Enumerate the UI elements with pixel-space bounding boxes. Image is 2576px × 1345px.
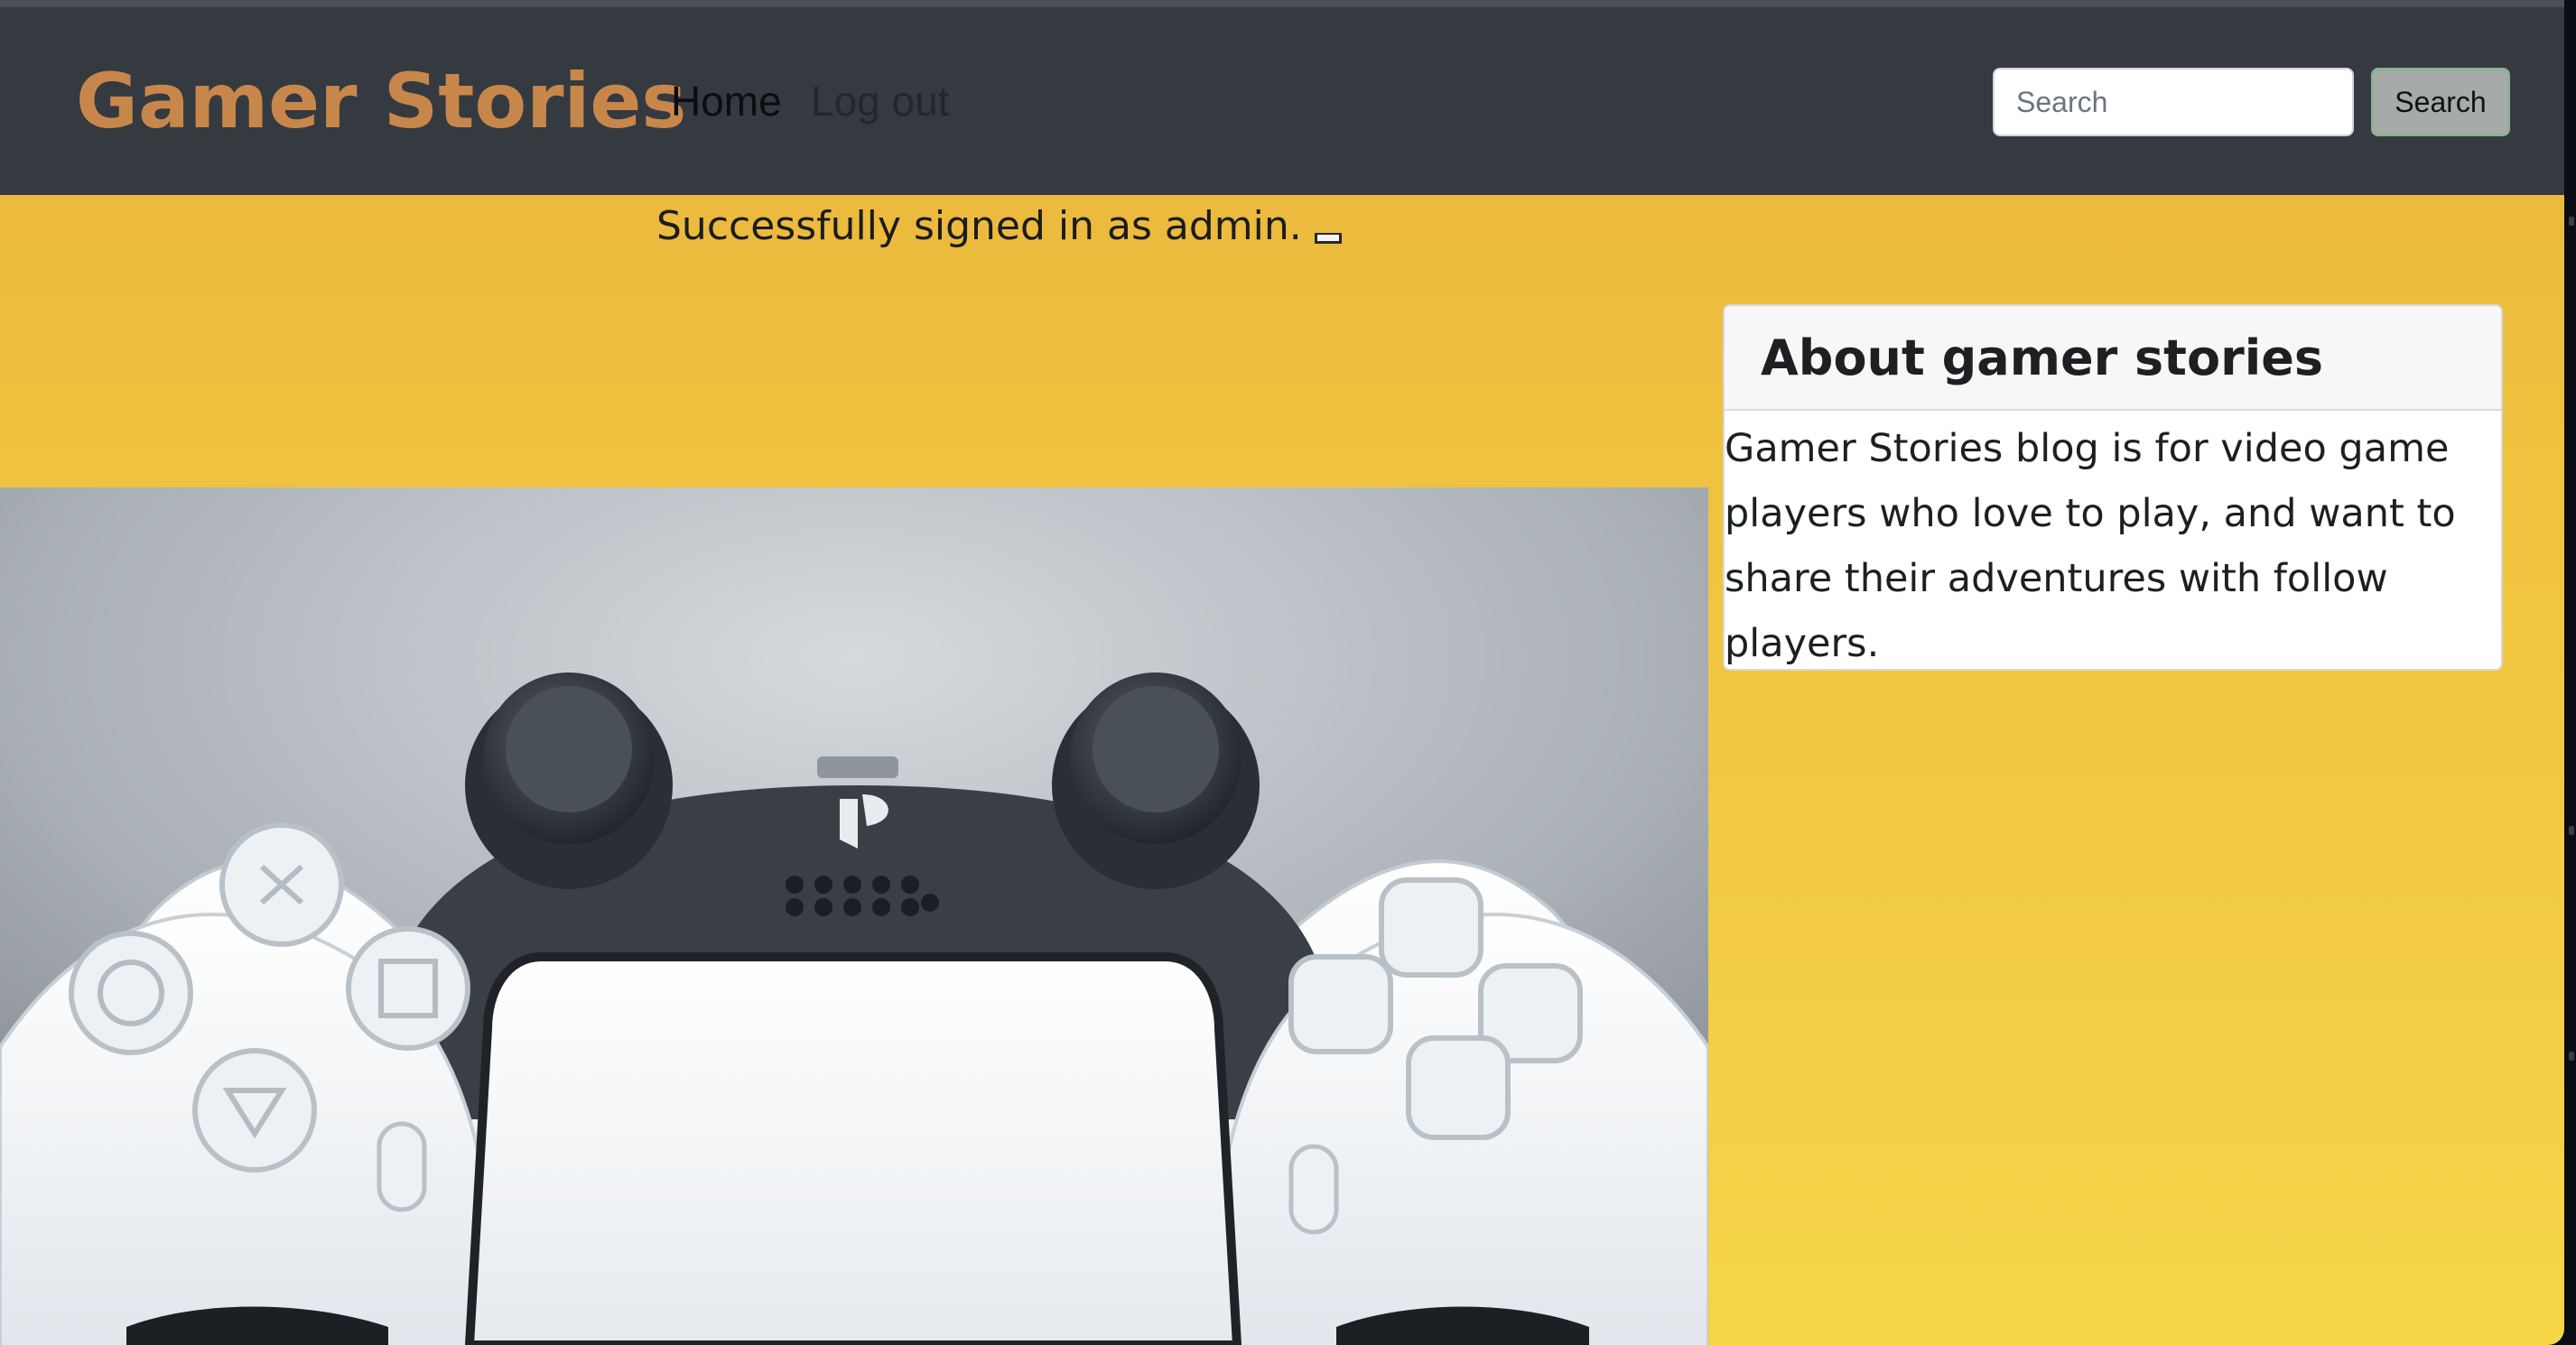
navbar: Gamer Stories Home Log out Search [0, 7, 2564, 195]
flash-notice: Successfully signed in as admin. [656, 199, 1342, 253]
search-input[interactable] [1993, 68, 2354, 136]
browser-viewport: Gamer Stories Home Log out Search Succes… [0, 0, 2564, 1345]
card-header: About gamer stories [1725, 306, 2501, 411]
nav-link-home[interactable]: Home [671, 74, 782, 128]
brand-logo-link[interactable]: Gamer Stories [76, 54, 686, 148]
edge-mark [2569, 1052, 2574, 1061]
edge-mark [2569, 217, 2574, 226]
card-body-text: Gamer Stories blog is for video game pla… [1725, 426, 2456, 666]
nav-link-logout[interactable]: Log out [811, 74, 949, 128]
card-title: About gamer stories [1761, 329, 2323, 386]
hero-image [0, 487, 1708, 1345]
game-controller-photo [0, 487, 1708, 1345]
about-card: About gamer stories Gamer Stories blog i… [1723, 304, 2503, 671]
edge-mark [2569, 826, 2574, 835]
window-top-border [0, 0, 2564, 7]
close-icon[interactable] [1314, 233, 1342, 244]
window-edge-marks [2569, 208, 2576, 1110]
flash-message: Successfully signed in as admin. [656, 202, 1302, 249]
search-button[interactable]: Search [2371, 68, 2510, 136]
